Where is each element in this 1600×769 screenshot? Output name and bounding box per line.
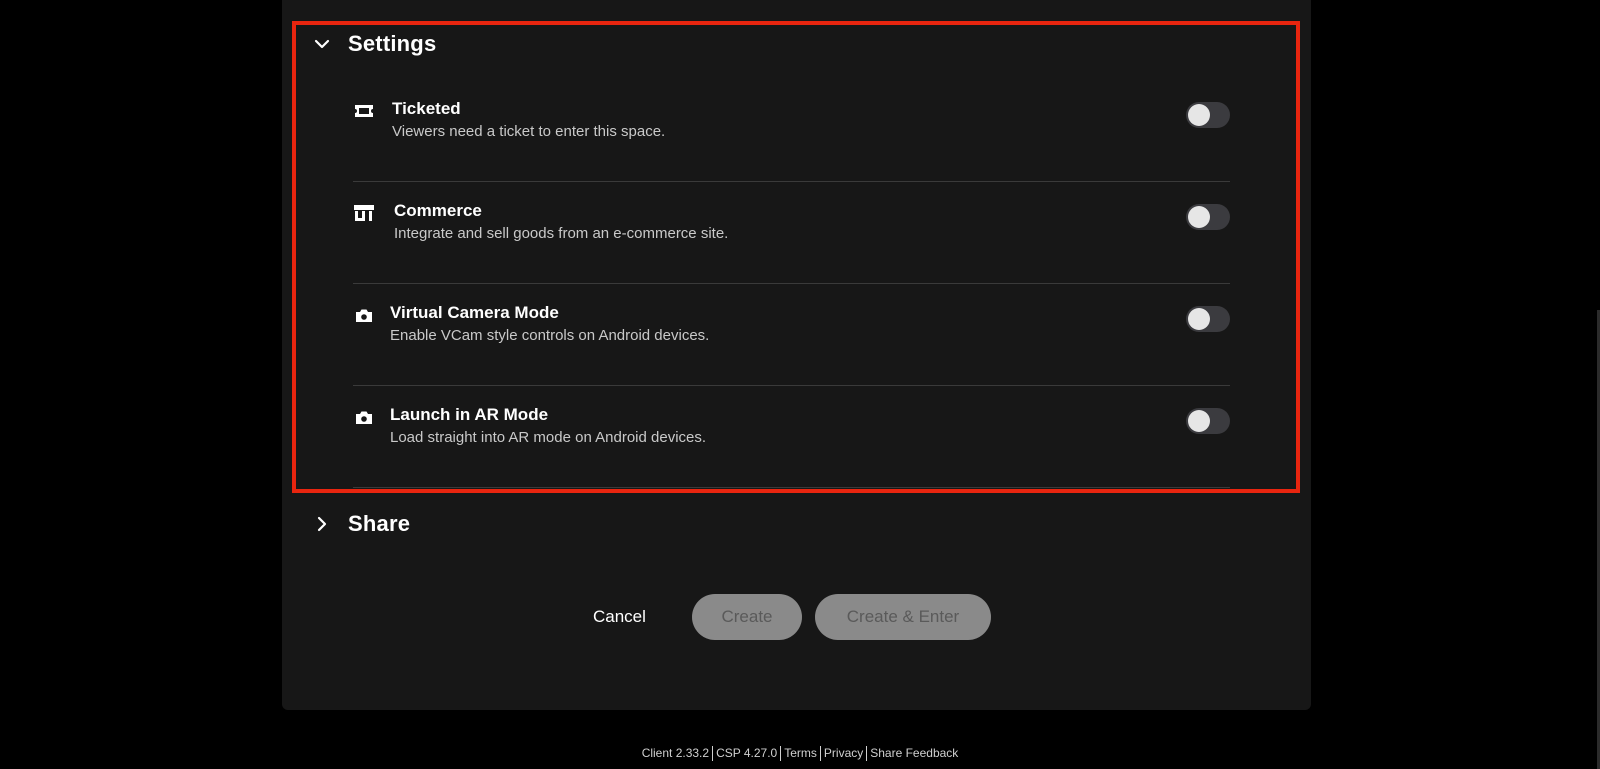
footer-divider [819,746,821,762]
terms-link[interactable]: Terms [784,746,817,760]
privacy-link[interactable]: Privacy [824,746,863,760]
client-version: Client 2.33.2 [641,746,710,760]
setting-description: Viewers need a ticket to enter this spac… [392,123,666,140]
share-feedback-link[interactable]: Share Feedback [870,746,958,760]
csp-version: CSP 4.27.0 [716,746,778,760]
setting-row-ar-mode: Launch in AR Mode Load straight into AR … [353,386,1230,488]
setting-label: Commerce [394,201,482,220]
setting-label: Launch in AR Mode [390,405,549,424]
setting-description: Enable VCam style controls on Android de… [390,327,710,344]
footer-divider [866,746,868,762]
chevron-right-icon [313,515,331,533]
toggle-knob [1188,410,1210,432]
settings-section-header[interactable]: Settings [313,31,436,57]
ticket-icon [353,102,375,120]
footer: Client 2.33.2 CSP 4.27.0 Terms Privacy Share… [0,746,1600,762]
setting-row-virtual-camera: Virtual Camera Mode Enable VCam style co… [353,284,1230,386]
action-bar: Cancel Create Create & Enter [0,594,1600,640]
commerce-toggle[interactable] [1186,204,1230,230]
share-section-title: Share [348,511,411,536]
toggle-knob [1188,104,1210,126]
footer-divider [780,746,782,762]
setting-label: Ticketed [392,99,461,118]
toggle-knob [1188,308,1210,330]
storefront-icon [353,204,375,222]
settings-section-title: Settings [348,31,437,56]
app-root: Settings Ticketed Viewers need a ticket … [0,0,1600,769]
footer-divider [712,746,714,762]
virtual-camera-toggle[interactable] [1186,306,1230,332]
setting-row-commerce: Commerce Integrate and sell goods from a… [353,182,1230,284]
create-and-enter-button[interactable]: Create & Enter [815,594,991,640]
setting-label: Virtual Camera Mode [390,303,559,322]
setting-row-ticketed: Ticketed Viewers need a ticket to enter … [353,80,1230,182]
ar-mode-toggle[interactable] [1186,408,1230,434]
setting-description: Integrate and sell goods from an e-comme… [394,225,729,242]
camera-icon [353,306,375,324]
share-section-header[interactable]: Share [313,511,410,537]
setting-description: Load straight into AR mode on Android de… [390,429,707,446]
chevron-down-icon [313,35,331,53]
toggle-knob [1188,206,1210,228]
camera-icon [353,408,375,426]
create-button[interactable]: Create [692,594,802,640]
cancel-button[interactable]: Cancel [583,594,656,640]
ticketed-toggle[interactable] [1186,102,1230,128]
